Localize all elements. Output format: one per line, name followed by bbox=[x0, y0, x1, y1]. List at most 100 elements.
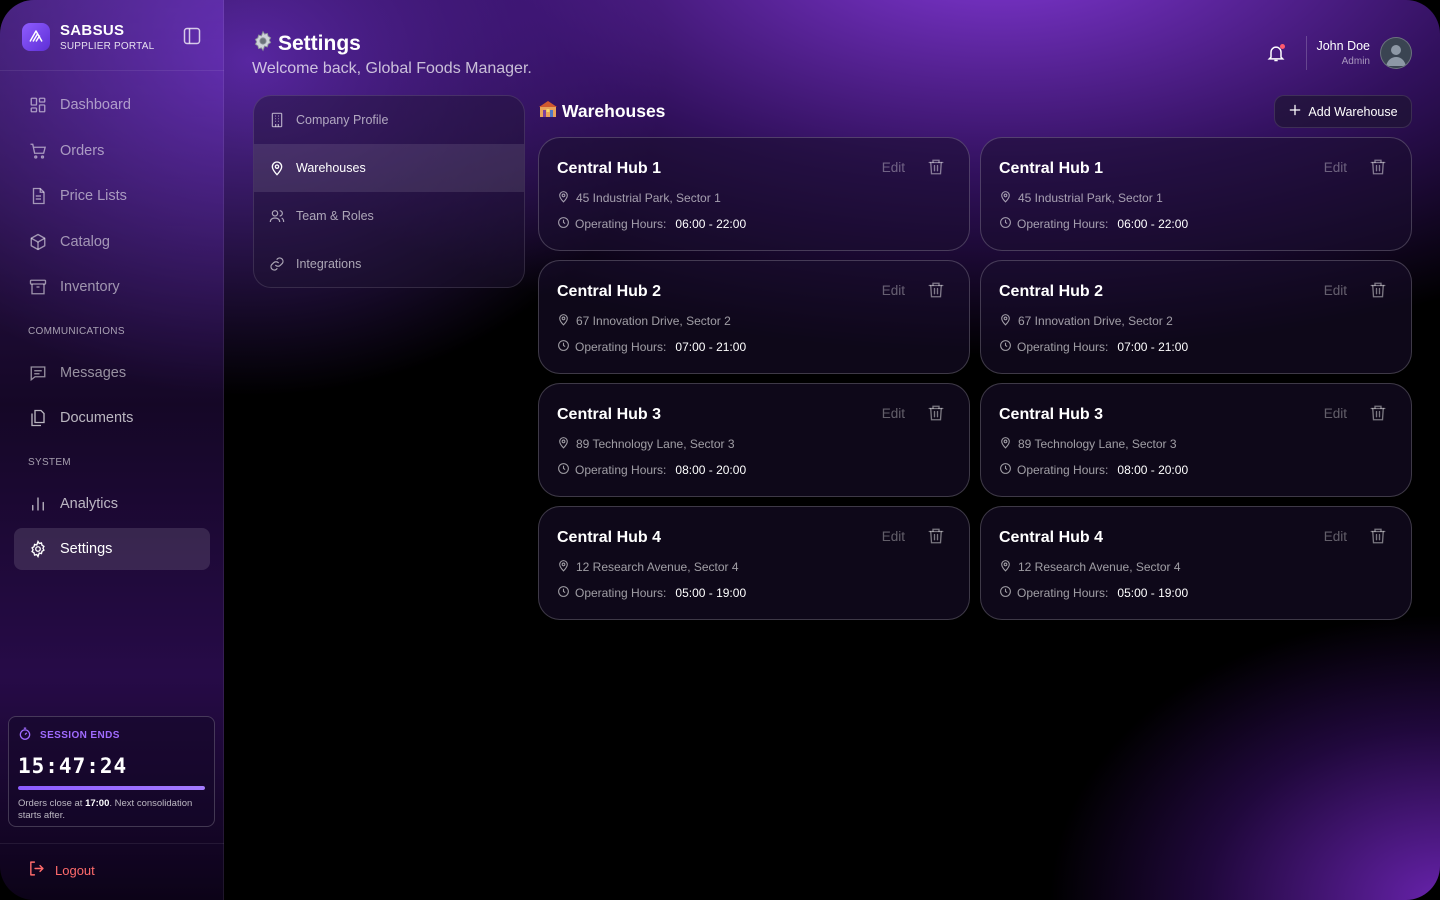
sidebar-item-orders[interactable]: Orders bbox=[14, 130, 210, 172]
clock-icon bbox=[999, 339, 1012, 355]
gear-icon bbox=[28, 539, 48, 559]
settings-tab-warehouses[interactable]: Warehouses bbox=[254, 144, 524, 192]
hours-label: Operating Hours: bbox=[1017, 463, 1109, 477]
sidebar-item-messages[interactable]: Messages bbox=[14, 352, 210, 394]
warehouse-card: Central Hub 2 Edit 67 Innovation Drive, … bbox=[980, 260, 1412, 374]
add-warehouse-label: Add Warehouse bbox=[1308, 104, 1398, 119]
warehouse-address: 89 Technology Lane, Sector 3 bbox=[557, 436, 735, 452]
warehouse-address-text: 45 Industrial Park, Sector 1 bbox=[1018, 191, 1163, 205]
edit-button[interactable]: Edit bbox=[882, 160, 905, 175]
sidebar-item-inventory[interactable]: Inventory bbox=[14, 266, 210, 308]
trash-icon[interactable] bbox=[927, 527, 945, 545]
sidebar-item-dashboard[interactable]: Dashboard bbox=[14, 84, 210, 126]
edit-button[interactable]: Edit bbox=[1324, 160, 1347, 175]
user-name: John Doe bbox=[1316, 39, 1370, 53]
sidebar-item-catalog[interactable]: Catalog bbox=[14, 221, 210, 263]
session-countdown: 15:47:24 bbox=[18, 754, 128, 778]
settings-tab-company-profile[interactable]: Company Profile bbox=[254, 96, 524, 144]
settings-tab-label: Team & Roles bbox=[296, 209, 374, 223]
settings-tab-label: Warehouses bbox=[296, 161, 366, 175]
warehouse-hours: Operating Hours: 07:00 - 21:00 bbox=[999, 339, 1188, 355]
sidebar-nav: Dashboard Orders Price Lists Catalog Inv… bbox=[14, 84, 210, 574]
warehouse-name: Central Hub 1 bbox=[999, 160, 1104, 177]
warehouse-name: Central Hub 2 bbox=[557, 283, 662, 300]
warehouse-address-text: 67 Innovation Drive, Sector 2 bbox=[1018, 314, 1173, 328]
avatar[interactable] bbox=[1380, 37, 1412, 69]
warehouse-hours: Operating Hours: 06:00 - 22:00 bbox=[557, 216, 746, 232]
warehouse-address-text: 12 Research Avenue, Sector 4 bbox=[576, 560, 739, 574]
sidebar-item-settings[interactable]: Settings bbox=[14, 528, 210, 570]
sidebar-item-label: Catalog bbox=[60, 233, 110, 250]
trash-icon[interactable] bbox=[1369, 527, 1387, 545]
edit-button[interactable]: Edit bbox=[1324, 529, 1347, 544]
warehouse-address-text: 45 Industrial Park, Sector 1 bbox=[576, 191, 721, 205]
session-label: SESSION ENDS bbox=[40, 730, 120, 741]
brand-name: SABSUS bbox=[60, 22, 125, 39]
hours-label: Operating Hours: bbox=[575, 217, 667, 231]
map-pin-icon bbox=[999, 559, 1012, 575]
hours-label: Operating Hours: bbox=[575, 340, 667, 354]
hours-label: Operating Hours: bbox=[1017, 340, 1109, 354]
hours-value: 07:00 - 21:00 bbox=[1117, 340, 1189, 354]
sidebar-collapse-icon[interactable] bbox=[182, 26, 202, 46]
trash-icon[interactable] bbox=[1369, 281, 1387, 299]
trash-icon[interactable] bbox=[1369, 404, 1387, 422]
cart-icon bbox=[28, 141, 48, 161]
hours-value: 06:00 - 22:00 bbox=[675, 217, 747, 231]
edit-button[interactable]: Edit bbox=[882, 283, 905, 298]
edit-button[interactable]: Edit bbox=[882, 529, 905, 544]
sidebar-item-documents[interactable]: Documents bbox=[14, 397, 210, 439]
warehouse-address: 67 Innovation Drive, Sector 2 bbox=[999, 313, 1173, 329]
brand[interactable]: SABSUS SUPPLIER PORTAL bbox=[22, 20, 154, 54]
session-panel: SESSION ENDS 15:47:24 Orders close at 17… bbox=[8, 716, 215, 827]
settings-tab-integrations[interactable]: Integrations bbox=[254, 240, 524, 287]
users-icon bbox=[268, 207, 286, 225]
box-icon bbox=[28, 232, 48, 252]
session-progress-bar bbox=[18, 786, 205, 790]
clock-icon bbox=[557, 216, 570, 232]
hours-value: 05:00 - 19:00 bbox=[1117, 586, 1189, 600]
hours-value: 07:00 - 21:00 bbox=[675, 340, 747, 354]
logout-icon bbox=[28, 860, 45, 880]
edit-button[interactable]: Edit bbox=[1324, 283, 1347, 298]
notification-bell-icon[interactable] bbox=[1266, 43, 1286, 63]
trash-icon[interactable] bbox=[927, 158, 945, 176]
warehouse-address: 12 Research Avenue, Sector 4 bbox=[557, 559, 739, 575]
map-pin-icon bbox=[557, 313, 570, 329]
warehouse-name: Central Hub 3 bbox=[557, 406, 662, 423]
add-warehouse-button[interactable]: Add Warehouse bbox=[1274, 95, 1412, 128]
clock-icon bbox=[999, 585, 1012, 601]
edit-button[interactable]: Edit bbox=[882, 406, 905, 421]
trash-icon[interactable] bbox=[927, 404, 945, 422]
warehouse-name: Central Hub 4 bbox=[999, 529, 1104, 546]
session-note: Orders close at 17:00. Next consolidatio… bbox=[18, 798, 193, 821]
map-pin-icon bbox=[557, 436, 570, 452]
settings-tab-label: Integrations bbox=[296, 257, 362, 271]
user-menu[interactable]: John Doe Admin bbox=[1316, 39, 1370, 67]
brand-subtitle: SUPPLIER PORTAL bbox=[60, 41, 155, 52]
notification-dot bbox=[1280, 44, 1285, 49]
warehouse-hours: Operating Hours: 05:00 - 19:00 bbox=[999, 585, 1188, 601]
gear-emoji-icon bbox=[252, 30, 274, 58]
warehouse-hours: Operating Hours: 06:00 - 22:00 bbox=[999, 216, 1188, 232]
hours-value: 08:00 - 20:00 bbox=[675, 463, 747, 477]
settings-tab-team-roles[interactable]: Team & Roles bbox=[254, 192, 524, 240]
bar-chart-icon bbox=[28, 494, 48, 514]
trash-icon[interactable] bbox=[1369, 158, 1387, 176]
sidebar-item-label: Analytics bbox=[60, 495, 119, 512]
warehouse-address: 67 Innovation Drive, Sector 2 bbox=[557, 313, 731, 329]
trash-icon[interactable] bbox=[927, 281, 945, 299]
logout-label: Logout bbox=[55, 862, 95, 878]
sidebar-item-label: Orders bbox=[60, 142, 105, 159]
map-pin-icon bbox=[268, 159, 286, 177]
sidebar-item-price-lists[interactable]: Price Lists bbox=[14, 175, 210, 217]
map-pin-icon bbox=[999, 436, 1012, 452]
warehouse-address: 89 Technology Lane, Sector 3 bbox=[999, 436, 1177, 452]
warehouse-card: Central Hub 4 Edit 12 Research Avenue, S… bbox=[980, 506, 1412, 620]
sidebar-item-analytics[interactable]: Analytics bbox=[14, 483, 210, 525]
logout-button[interactable]: Logout bbox=[28, 860, 95, 880]
warehouse-address: 12 Research Avenue, Sector 4 bbox=[999, 559, 1181, 575]
logout-divider bbox=[0, 843, 224, 844]
edit-button[interactable]: Edit bbox=[1324, 406, 1347, 421]
warehouse-address-text: 67 Innovation Drive, Sector 2 bbox=[576, 314, 731, 328]
